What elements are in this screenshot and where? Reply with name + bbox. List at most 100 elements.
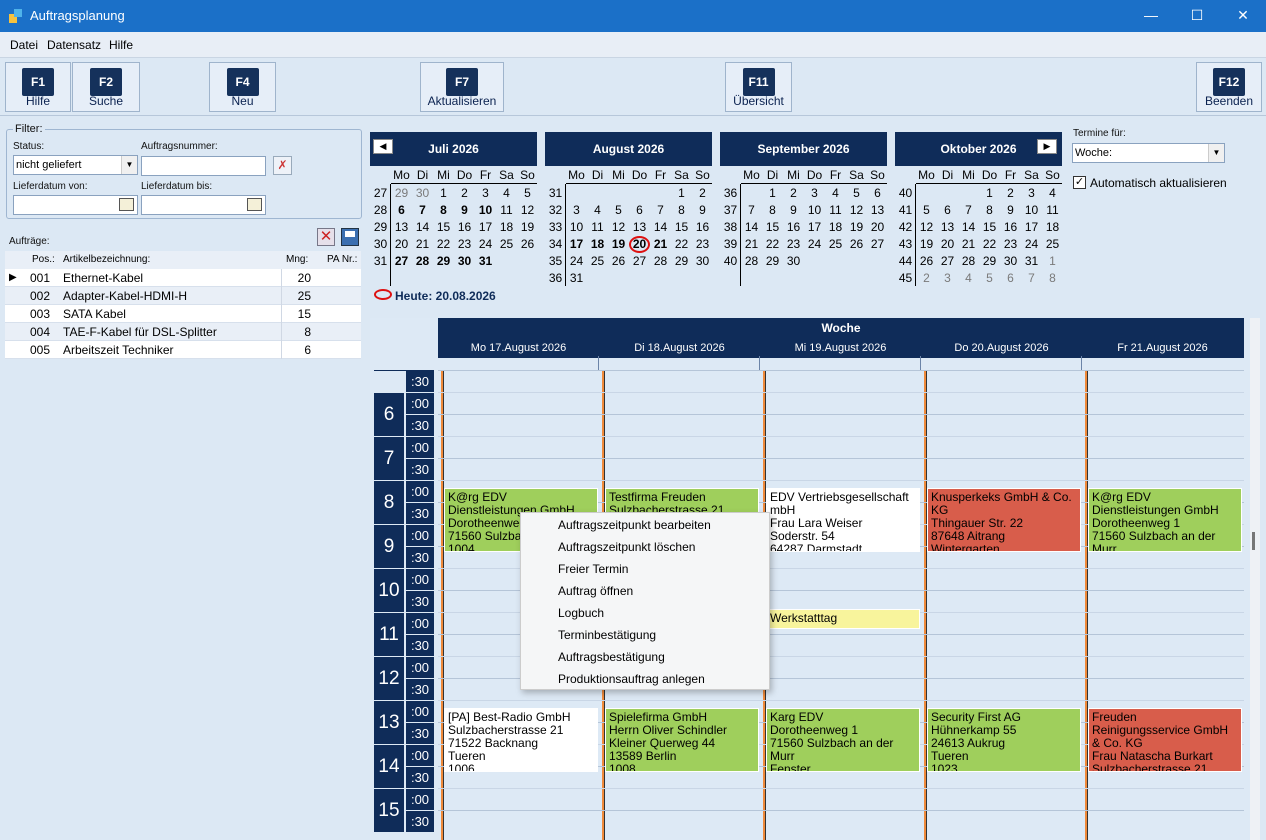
calendar-day[interactable]: [650, 185, 671, 202]
calendar-day[interactable]: 7: [650, 202, 671, 219]
calendar-day[interactable]: [692, 270, 713, 287]
appointment[interactable]: Freuden Reinigungsservice GmbH & Co. KG Fr…: [1088, 708, 1242, 772]
calendar-day[interactable]: 11: [587, 219, 608, 236]
calendar-day[interactable]: [517, 253, 538, 270]
auftragsnummer-input[interactable]: [141, 156, 266, 176]
calendar-day[interactable]: 5: [608, 202, 629, 219]
calendar-day[interactable]: 23: [692, 236, 713, 253]
calendar-day[interactable]: 7: [741, 202, 762, 219]
calendar-day[interactable]: 31: [475, 253, 496, 270]
prev-month-button[interactable]: ◀: [373, 139, 393, 154]
calendar-day[interactable]: 3: [566, 202, 587, 219]
calendar-day[interactable]: 23: [783, 236, 804, 253]
calendar-icon[interactable]: [247, 198, 262, 211]
calendar-day[interactable]: 13: [391, 219, 412, 236]
calendar-day[interactable]: 20: [867, 219, 888, 236]
calendar-day[interactable]: 28: [741, 253, 762, 270]
calendar-day[interactable]: 30: [454, 253, 475, 270]
new-button[interactable]: F4 Neu: [209, 62, 276, 112]
calendar-day[interactable]: 26: [608, 253, 629, 270]
calendar-day[interactable]: 18: [825, 219, 846, 236]
calendar-day[interactable]: 14: [741, 219, 762, 236]
calendar-day[interactable]: 5: [979, 270, 1000, 287]
calendar-day[interactable]: 1: [979, 185, 1000, 202]
delete-icon[interactable]: ✕: [317, 228, 335, 246]
calendar-day[interactable]: 5: [517, 185, 538, 202]
calendar-day[interactable]: 27: [867, 236, 888, 253]
calendar-day[interactable]: 24: [566, 253, 587, 270]
calendar-day[interactable]: 5: [846, 185, 867, 202]
status-select[interactable]: nicht geliefert ▼: [13, 155, 138, 175]
calendar-day[interactable]: 30: [412, 185, 433, 202]
calendar-day[interactable]: 21: [650, 236, 671, 253]
calendar-day[interactable]: 28: [650, 253, 671, 270]
calendar-day[interactable]: 16: [1000, 219, 1021, 236]
calendar-day[interactable]: 7: [412, 202, 433, 219]
calendar-day[interactable]: 7: [1021, 270, 1042, 287]
calendar-day[interactable]: 30: [692, 253, 713, 270]
calendar-day[interactable]: [496, 253, 517, 270]
appointment[interactable]: Werkstatttag: [766, 609, 920, 629]
calendar-day[interactable]: 29: [433, 253, 454, 270]
calendar-day[interactable]: 30: [1000, 253, 1021, 270]
calendar-day[interactable]: 13: [937, 219, 958, 236]
calendar-day[interactable]: 21: [412, 236, 433, 253]
calendar-day[interactable]: [846, 253, 867, 270]
calendar-day[interactable]: [608, 185, 629, 202]
calendar-day[interactable]: [566, 185, 587, 202]
calendar-day[interactable]: 3: [937, 270, 958, 287]
context-menu-item[interactable]: Auftragszeitpunkt löschen: [558, 540, 695, 554]
calendar-day[interactable]: 30: [783, 253, 804, 270]
calendar-day[interactable]: 17: [566, 236, 587, 253]
calendar-day[interactable]: 2: [783, 185, 804, 202]
calendar-day[interactable]: 26: [517, 236, 538, 253]
calendar-day[interactable]: 6: [937, 202, 958, 219]
calendar-day[interactable]: 4: [496, 185, 517, 202]
calendar-day[interactable]: 12: [846, 202, 867, 219]
calendar-day[interactable]: 21: [958, 236, 979, 253]
search-button[interactable]: F2 Suche: [72, 62, 140, 112]
calendar-day[interactable]: 24: [804, 236, 825, 253]
context-menu-item[interactable]: Logbuch: [558, 606, 604, 620]
calendar-day[interactable]: 7: [958, 202, 979, 219]
calendar-day[interactable]: 20: [629, 236, 650, 253]
calendar-day[interactable]: 29: [671, 253, 692, 270]
day-header[interactable]: Di 18.August 2026: [599, 336, 760, 356]
menu-datensatz[interactable]: Datensatz: [47, 38, 101, 52]
minimize-button[interactable]: —: [1128, 0, 1174, 32]
calendar-day[interactable]: 26: [846, 236, 867, 253]
context-menu-item[interactable]: Auftragsbestätigung: [558, 650, 665, 664]
vertical-scrollbar[interactable]: [1250, 318, 1260, 840]
calendar-day[interactable]: 29: [391, 185, 412, 202]
day-header[interactable]: Fr 21.August 2026: [1082, 336, 1243, 356]
calendar-day[interactable]: 1: [671, 185, 692, 202]
appointment[interactable]: Knusperkeks GmbH & Co. KG Thingauer Str. …: [927, 488, 1081, 552]
calendar-day[interactable]: 14: [958, 219, 979, 236]
calendar-day[interactable]: [587, 185, 608, 202]
calendar-day[interactable]: 29: [762, 253, 783, 270]
calendar-day[interactable]: 17: [475, 219, 496, 236]
calendar-day[interactable]: 22: [671, 236, 692, 253]
calendar-day[interactable]: 2: [916, 270, 937, 287]
close-button[interactable]: ✕: [1220, 0, 1266, 32]
calendar-day[interactable]: 25: [587, 253, 608, 270]
calendar-day[interactable]: 27: [391, 253, 412, 270]
auto-refresh-checkbox[interactable]: ✓: [1073, 176, 1086, 189]
calendar-day[interactable]: 2: [1000, 185, 1021, 202]
calendar-day[interactable]: 1: [1042, 253, 1063, 270]
menu-datei[interactable]: Datei: [10, 38, 38, 52]
calendar-day[interactable]: 5: [916, 202, 937, 219]
calendar-day[interactable]: [587, 270, 608, 287]
context-menu-item[interactable]: Auftragszeitpunkt bearbeiten: [558, 518, 711, 532]
appointment[interactable]: Spielefirma GmbH Herrn Oliver Schindler Kl…: [605, 708, 759, 772]
calendar-day[interactable]: 18: [496, 219, 517, 236]
calendar-day[interactable]: 12: [916, 219, 937, 236]
calendar-day[interactable]: 16: [692, 219, 713, 236]
calendar-day[interactable]: 10: [1021, 202, 1042, 219]
calendar-day[interactable]: 9: [1000, 202, 1021, 219]
calendar-day[interactable]: 17: [804, 219, 825, 236]
calendar-day[interactable]: 10: [475, 202, 496, 219]
calendar-day[interactable]: 4: [958, 270, 979, 287]
calendar-day[interactable]: [608, 270, 629, 287]
calendar-day[interactable]: [958, 185, 979, 202]
